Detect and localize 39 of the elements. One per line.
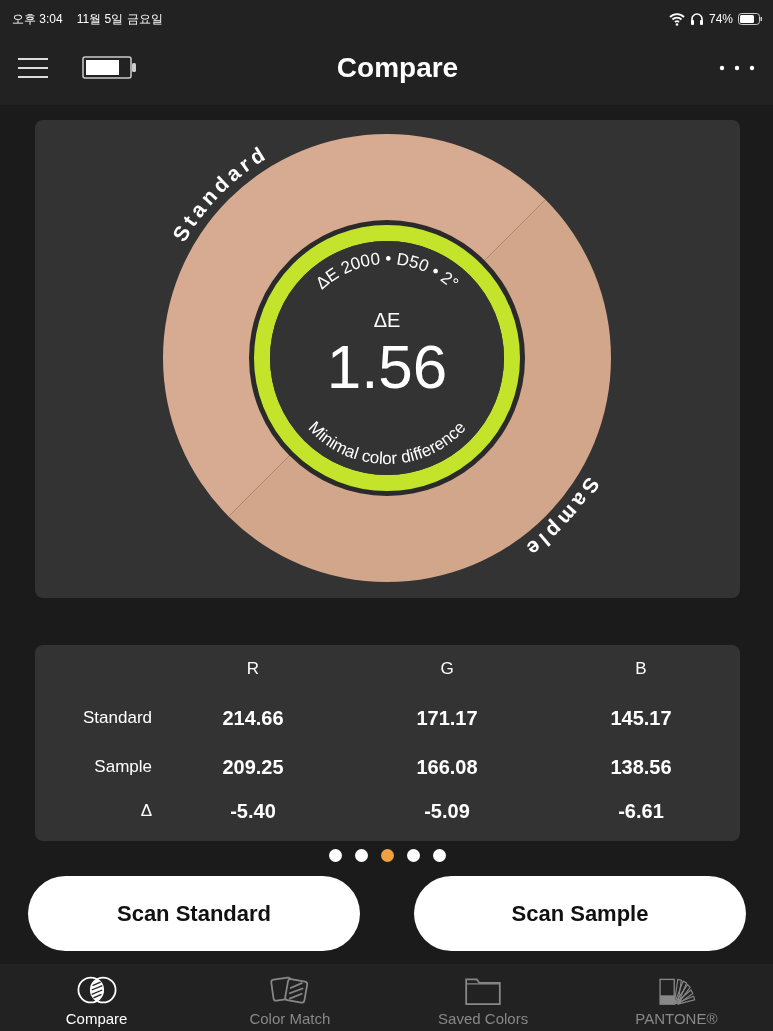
page-dot[interactable] xyxy=(381,849,394,862)
more-icon[interactable] xyxy=(719,64,755,71)
page-title: Compare xyxy=(335,51,460,84)
row-label: Δ xyxy=(139,801,153,821)
table-cell-text: 209.25 xyxy=(221,755,285,779)
menu-icon[interactable] xyxy=(18,56,48,79)
table-cell-text: -5.40 xyxy=(229,799,277,823)
table-cell-text: 214.66 xyxy=(221,706,285,730)
page-dot[interactable] xyxy=(407,849,420,862)
column-header: G xyxy=(439,659,455,679)
metric-label: ΔE 2000 • D50 • 2° xyxy=(312,248,463,294)
page-dot[interactable] xyxy=(355,849,368,862)
scan-button[interactable]: Scan Standard xyxy=(28,876,360,951)
status-date: 11월 5일 금요일 xyxy=(76,10,163,28)
tab-item[interactable]: Compare xyxy=(0,964,194,1031)
tab-item[interactable]: PANTONE® xyxy=(579,964,773,1031)
tab-item[interactable]: Saved Colors xyxy=(386,964,580,1031)
column-header: B xyxy=(634,659,648,679)
wifi-icon xyxy=(668,12,685,26)
table-cell-text: 171.17 xyxy=(415,706,479,730)
battery-icon xyxy=(738,13,763,25)
delta-e-value: 1.56 xyxy=(326,332,448,401)
headphones-icon xyxy=(689,12,704,26)
column-header: R xyxy=(245,659,261,679)
table-cell-text: -6.61 xyxy=(617,799,665,823)
battery-percent: 74% xyxy=(708,12,733,26)
row-label: Sample xyxy=(93,757,153,777)
table-cell-text: 145.17 xyxy=(609,706,673,730)
table-cell-text: -5.09 xyxy=(423,799,471,823)
page-dot[interactable] xyxy=(329,849,342,862)
table-cell-text: 166.08 xyxy=(415,755,479,779)
tab-item[interactable]: Color Match xyxy=(193,964,387,1031)
delta-e-label: ΔE xyxy=(373,309,401,331)
row-label: Standard xyxy=(82,708,153,728)
status-time: 오후 3:04 xyxy=(12,10,63,28)
page-dot[interactable] xyxy=(433,849,446,862)
device-battery-icon xyxy=(82,56,136,79)
table-cell-text: 138.56 xyxy=(609,755,673,779)
scan-button[interactable]: Scan Sample xyxy=(414,876,746,951)
